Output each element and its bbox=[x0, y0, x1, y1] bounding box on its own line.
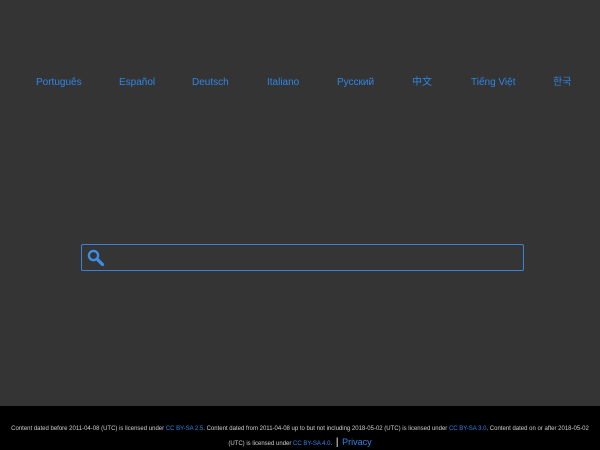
license-text-part-4: (UTC) is licensed under bbox=[228, 441, 294, 447]
cc-by-sa-4-0-link[interactable]: CC BY-SA 4.0 bbox=[293, 441, 330, 447]
license-text-part-3: . Content dated on or after 2018-05-02 bbox=[486, 426, 589, 432]
cc-by-sa-2-5-link[interactable]: CC BY-SA 2.5 bbox=[166, 426, 203, 432]
language-bar: Português Español Deutsch Italiano Русск… bbox=[0, 74, 600, 92]
footer-separator: | bbox=[335, 437, 339, 448]
language-link-deutsch[interactable]: Deutsch bbox=[192, 74, 229, 92]
search-input[interactable] bbox=[110, 245, 518, 270]
search-icon[interactable] bbox=[87, 249, 105, 267]
language-link-italiano[interactable]: Italiano bbox=[267, 74, 299, 92]
privacy-link[interactable]: Privacy bbox=[342, 437, 372, 447]
cc-by-sa-3-0-link[interactable]: CC BY-SA 3.0 bbox=[449, 426, 486, 432]
license-text-part-1: Content dated before 2011-04-08 (UTC) is… bbox=[11, 426, 166, 432]
page: Português Español Deutsch Italiano Русск… bbox=[0, 0, 600, 450]
footer: Content dated before 2011-04-08 (UTC) is… bbox=[0, 406, 600, 450]
license-text-line-2: (UTC) is licensed under CC BY-SA 4.0. | … bbox=[0, 436, 600, 450]
search-box[interactable] bbox=[81, 244, 524, 271]
license-text-line-1: Content dated before 2011-04-08 (UTC) is… bbox=[0, 425, 600, 433]
language-link-chinese[interactable]: 中文 bbox=[412, 74, 432, 92]
language-link-korean[interactable]: 한국 bbox=[553, 74, 571, 92]
license-text-part-5: . bbox=[330, 441, 333, 447]
license-text-part-2: . Content dated from 2011-04-08 up to bu… bbox=[203, 426, 449, 432]
language-link-russian[interactable]: Русский bbox=[337, 74, 374, 92]
language-link-portugues[interactable]: Português bbox=[36, 74, 82, 92]
language-link-espanol[interactable]: Español bbox=[119, 74, 155, 92]
language-link-vietnamese[interactable]: Tiếng Việt bbox=[471, 74, 515, 92]
